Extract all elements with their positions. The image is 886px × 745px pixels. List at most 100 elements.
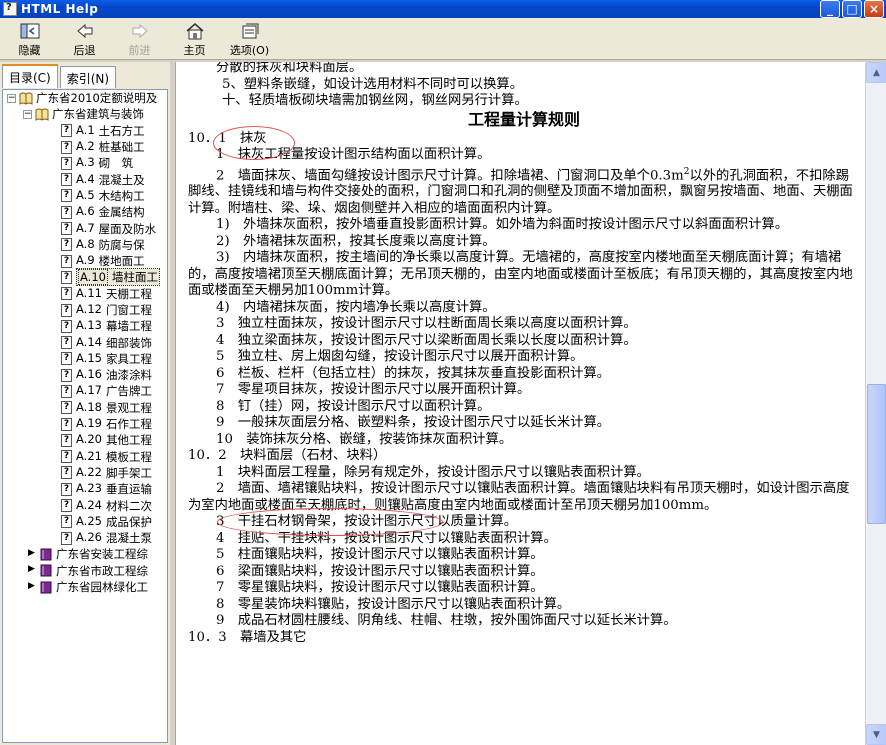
close-button[interactable]: ×	[864, 0, 884, 18]
doc-paragraph: 7 零星镶贴块料，按设计图示尺寸以镶贴表面积计算。	[216, 580, 544, 596]
tree-item-label: A.23	[76, 481, 102, 496]
doc-paragraph: 8 钉（挂）网，按设计图示尺寸以面积计算。	[216, 398, 491, 414]
tree-item-name: 屋面及防水	[98, 221, 157, 236]
help-page-icon: ?	[61, 319, 72, 333]
tree-item-page[interactable]: ? A.26 混凝土泵	[3, 530, 167, 546]
tree-item-page[interactable]: ? A.6 金属结构	[3, 204, 167, 220]
help-page-icon: ?	[61, 466, 72, 480]
options-button[interactable]: 选项(O)	[222, 18, 277, 60]
doc-paragraph: 5 独立柱、房上烟囱勾缝，按设计图示尺寸以展开面积计算。	[216, 349, 584, 365]
scroll-thumb[interactable]	[867, 384, 886, 524]
tree-item-name: 家具工程	[105, 351, 152, 366]
tree-item-page[interactable]: ? A.12 门窗工程	[3, 302, 167, 318]
help-page-icon: ?	[61, 515, 72, 529]
tree-item-page[interactable]: ? A.14 细部装饰	[3, 334, 167, 350]
tree-item-label: A.9	[76, 253, 95, 268]
tree-item-book[interactable]: ▶ 广东省园林绿化工	[3, 579, 167, 595]
doc-paragraph: 2 墙面抹灰、墙面勾缝按设计图示尺寸计算。扣除墙裙、门窗洞口及单个0.3m2以外…	[188, 166, 853, 216]
tree-item-name: 成品保护	[105, 514, 152, 529]
tab-index[interactable]: 索引(N)	[59, 66, 117, 88]
tree-item-name: 脚手架工	[105, 465, 152, 480]
tree-item-page[interactable]: ? A.7 屋面及防水	[3, 220, 167, 236]
tree-item-label: A.26	[76, 530, 102, 545]
tree-item-label: A.16	[76, 367, 102, 382]
contents-tree[interactable]: − 广东省2010定额说明及 − 广东省建筑与装饰 ? A.1 土石方工? A.2 桩基…	[2, 89, 168, 743]
tree-item-page[interactable]: ? A.8 防腐与保	[3, 237, 167, 253]
tree-item-book[interactable]: ▶ 广东省市政工程综	[3, 563, 167, 579]
tree-item-page[interactable]: ? A.21 模板工程	[3, 449, 167, 465]
collapse-icon[interactable]: −	[23, 109, 32, 119]
doc-paragraph: 4 独立梁面抹灰，按设计图示尺寸以梁断面周长乘以长度以面积计算。	[216, 332, 637, 348]
tree-item-page[interactable]: ? A.17 广告牌工	[3, 383, 167, 399]
tree-item-name: 石作工程	[105, 417, 152, 432]
vertical-scrollbar[interactable]: ▲ ▼	[865, 62, 886, 745]
tree-item-page[interactable]: ? A.23 垂直运输	[3, 481, 167, 497]
tree-item-label: A.2	[76, 139, 95, 154]
tree-item-page[interactable]: ? A.19 石作工程	[3, 416, 167, 432]
doc-paragraph: 4) 内墙裙抹灰面，按内墙净长乘以高度计算。	[216, 299, 496, 315]
tree-item-name: 细部装饰	[105, 335, 152, 350]
doc-paragraph: 8 零星装饰块料镶贴，按设计图示尺寸以镶贴表面积计算。	[216, 596, 571, 612]
doc-paragraph: 9 一般抹灰面层分格、嵌塑料条，按设计图示尺寸以延长米计算。	[216, 415, 611, 431]
annotation-circle	[213, 126, 295, 160]
back-arrow-icon	[74, 21, 96, 41]
tree-item-label: A.6	[76, 204, 95, 219]
tree-item-label: A.21	[76, 448, 102, 463]
tree-item-page[interactable]: ? A.3 砌 筑	[3, 155, 167, 171]
tree-item-label: A.1	[76, 122, 95, 137]
minimize-button[interactable]: _	[820, 0, 840, 18]
help-app-icon	[3, 2, 17, 16]
doc-paragraph: 1 块料面层工程量，除另有规定外，按设计图示尺寸以镶贴表面积计算。	[216, 464, 650, 480]
help-page-icon: ?	[61, 384, 72, 398]
tree-item-book[interactable]: ▶ 广东省安装工程综	[3, 546, 167, 562]
tree-item-page[interactable]: ? A.1 土石方工	[3, 123, 167, 139]
tree-item-page[interactable]: ? A.15 家具工程	[3, 351, 167, 367]
tree-item-page[interactable]: ? A.10 墙柱面工	[3, 268, 167, 287]
tree-item-label: 广东省安装工程综	[56, 547, 148, 562]
tree-item-name: 模板工程	[105, 449, 152, 464]
title-bar[interactable]: HTML Help _ □ ×	[0, 0, 886, 18]
expand-icon[interactable]: ▶	[27, 548, 36, 559]
collapse-icon[interactable]: −	[7, 93, 16, 103]
tree-item-page[interactable]: ? A.20 其他工程	[3, 432, 167, 448]
expand-icon[interactable]: ▶	[27, 565, 36, 576]
help-page-icon: ?	[61, 433, 72, 447]
tree-item-page[interactable]: ? A.5 木结构工	[3, 188, 167, 204]
doc-paragraph: 3) 内墙抹灰面积，按主墙间的净长乘以高度计算。无墙裙的，高度按室内楼地面至天棚…	[188, 250, 853, 299]
help-page-icon: ?	[61, 189, 72, 203]
tree-item-page[interactable]: ? A.4 混凝土及	[3, 171, 167, 187]
tree-item-page[interactable]: ? A.2 桩基础工	[3, 139, 167, 155]
help-page-icon: ?	[61, 238, 72, 252]
tree-item-label: A.14	[76, 334, 102, 349]
tree-item-name: 土石方工	[98, 123, 145, 138]
tab-contents[interactable]: 目录(C)	[2, 64, 58, 88]
tree-item-page[interactable]: ? A.16 油漆涂料	[3, 367, 167, 383]
help-page-icon: ?	[61, 352, 72, 366]
scroll-down-icon[interactable]: ▼	[866, 724, 886, 745]
navigation-pane: 目录(C) 索引(N) − 广东省2010定额说明及 − 广东省建筑与装饰 ? A…	[0, 62, 170, 745]
tree-item-label: A.7	[76, 220, 95, 235]
tree-item-sub[interactable]: − 广东省建筑与装饰	[3, 106, 167, 122]
tree-item-page[interactable]: ? A.25 成品保护	[3, 514, 167, 530]
help-content-pane: 分散的抹灰和块料面层。 5、塑料条嵌缝，如设计选用材料不同时可以换算。 十、轻质…	[175, 62, 865, 745]
back-button[interactable]: 后退	[57, 18, 112, 60]
tree-item-page[interactable]: ? A.13 幕墙工程	[3, 318, 167, 334]
tree-item-label: A.24	[76, 497, 102, 512]
toolbar: 隐藏 后退 前进 主页 选项(O)	[0, 18, 886, 60]
tree-item-page[interactable]: ? A.22 脚手架工	[3, 465, 167, 481]
tree-item-name: 楼地面工	[98, 254, 145, 269]
tree-item-page[interactable]: ? A.9 楼地面工	[3, 253, 167, 269]
tree-item-page[interactable]: ? A.11 天棚工程	[3, 286, 167, 302]
tree-item-page[interactable]: ? A.18 景观工程	[3, 400, 167, 416]
tree-item-label: A.22	[76, 464, 102, 479]
tree-item-root[interactable]: − 广东省2010定额说明及	[3, 90, 167, 106]
forward-button[interactable]: 前进	[112, 18, 167, 60]
hide-icon	[19, 21, 41, 41]
scroll-up-icon[interactable]: ▲	[866, 62, 886, 83]
tree-item-page[interactable]: ? A.24 材料二次	[3, 497, 167, 513]
open-book-icon	[19, 92, 33, 105]
maximize-button[interactable]: □	[842, 0, 862, 18]
expand-icon[interactable]: ▶	[27, 581, 36, 592]
hide-button[interactable]: 隐藏	[2, 18, 57, 60]
home-button[interactable]: 主页	[167, 18, 222, 60]
